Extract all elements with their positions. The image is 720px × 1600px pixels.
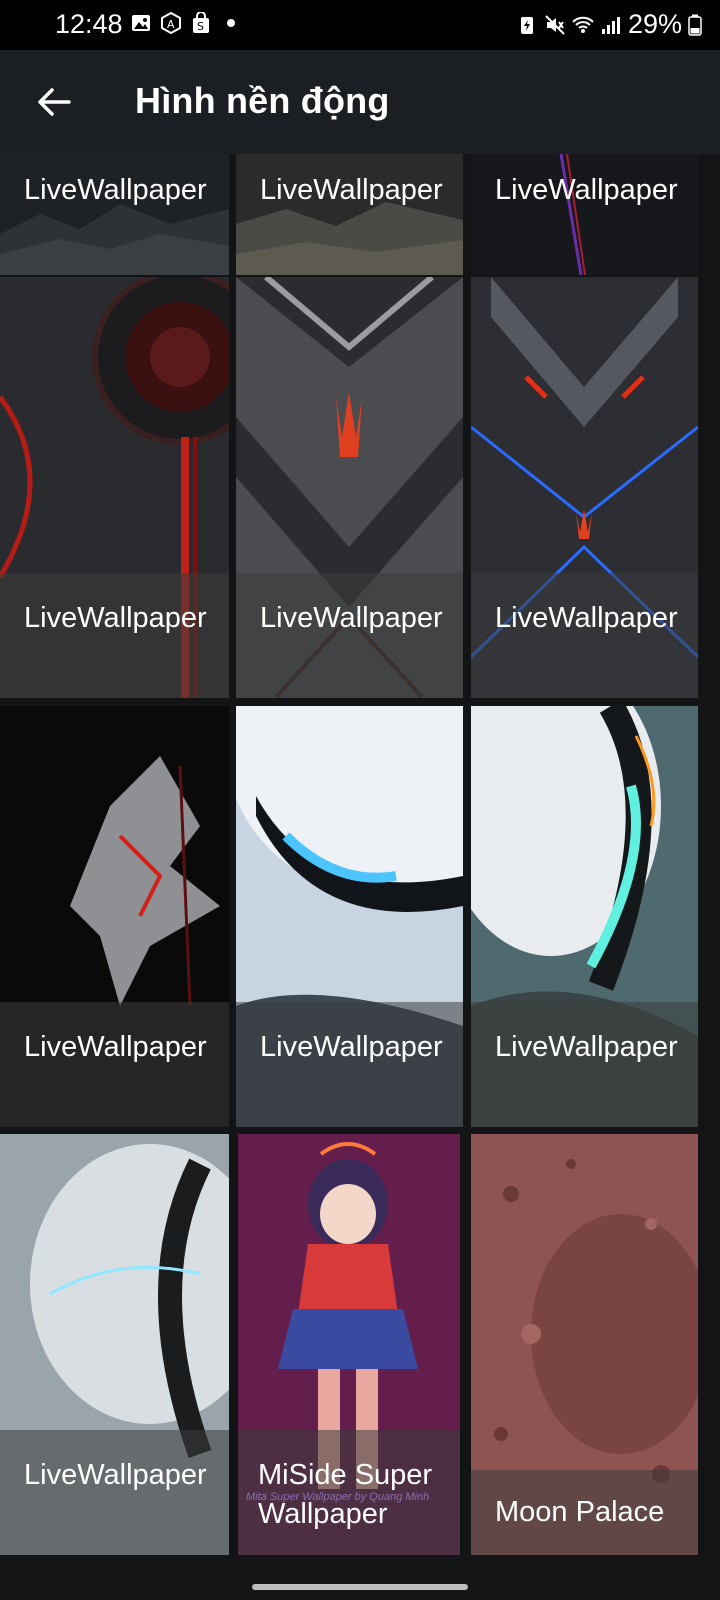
wallpaper-label: LiveWallpaper: [24, 1031, 207, 1063]
shopping-bag-icon: S: [193, 12, 209, 33]
wallpaper-card[interactable]: LiveWallpaper: [0, 706, 229, 1127]
wallpaper-label: LiveWallpaper: [260, 174, 443, 206]
wallpaper-card[interactable]: LiveWallpaper: [471, 706, 698, 1127]
wallpaper-card[interactable]: LiveWallpaper: [471, 154, 698, 275]
wallpaper-label: LiveWallpaper: [495, 602, 678, 634]
arrow-left-icon: [38, 88, 71, 116]
wallpaper-card[interactable]: LiveWallpaper: [0, 154, 229, 275]
back-button[interactable]: [28, 76, 80, 128]
wallpaper-card[interactable]: LiveWallpaper: [236, 154, 463, 275]
wallpaper-label: LiveWallpaper: [260, 1031, 443, 1063]
wallpaper-card[interactable]: Mita Super Wallpaper by Quang Minh MiSid…: [238, 1134, 460, 1555]
mute-icon: [545, 14, 565, 35]
system-icons: 29%: [516, 9, 702, 40]
wallpaper-label: Moon Palace: [495, 1496, 665, 1528]
home-indicator[interactable]: [252, 1584, 468, 1590]
wallpaper-card[interactable]: LiveWallpaper: [0, 277, 229, 698]
wallpaper-card[interactable]: Moon Palace: [471, 1134, 698, 1555]
wallpaper-label: LiveWallpaper: [24, 174, 207, 206]
page-title: Hình nền động: [135, 80, 390, 121]
signal-icon: [601, 16, 620, 34]
wallpaper-label: MiSide Super Wallpaper: [258, 1459, 433, 1530]
wallpaper-label: LiveWallpaper: [495, 174, 678, 206]
status-bar: 12:48 A S 29%: [0, 0, 720, 50]
battery-saver-icon: [520, 16, 533, 34]
wallpaper-card[interactable]: LiveWallpaper: [236, 706, 463, 1127]
wallpaper-label: LiveWallpaper: [24, 602, 207, 634]
wallpaper-card[interactable]: LiveWallpaper: [0, 1134, 229, 1555]
image-icon: [132, 15, 150, 31]
wallpaper-label: LiveWallpaper: [260, 602, 443, 634]
app-bar: Hình nền động: [0, 50, 720, 154]
wallpaper-label: LiveWallpaper: [495, 1031, 678, 1063]
svg-text:A: A: [167, 18, 175, 31]
notification-icons: A S: [130, 12, 242, 34]
svg-text:S: S: [197, 20, 204, 33]
wallpaper-card[interactable]: LiveWallpaper: [236, 277, 463, 698]
a-badge-icon: A: [161, 12, 181, 34]
wallpaper-card[interactable]: LiveWallpaper: [471, 277, 698, 698]
wifi-icon: [572, 16, 594, 33]
battery-percent: 29%: [627, 9, 682, 39]
status-time: 12:48: [55, 9, 123, 39]
wallpaper-grid: LiveWallpaper LiveWallpaper LiveWallpape…: [0, 154, 720, 1600]
dot-icon: [227, 19, 235, 27]
wallpaper-label: LiveWallpaper: [24, 1459, 207, 1491]
battery-icon: [688, 14, 702, 36]
